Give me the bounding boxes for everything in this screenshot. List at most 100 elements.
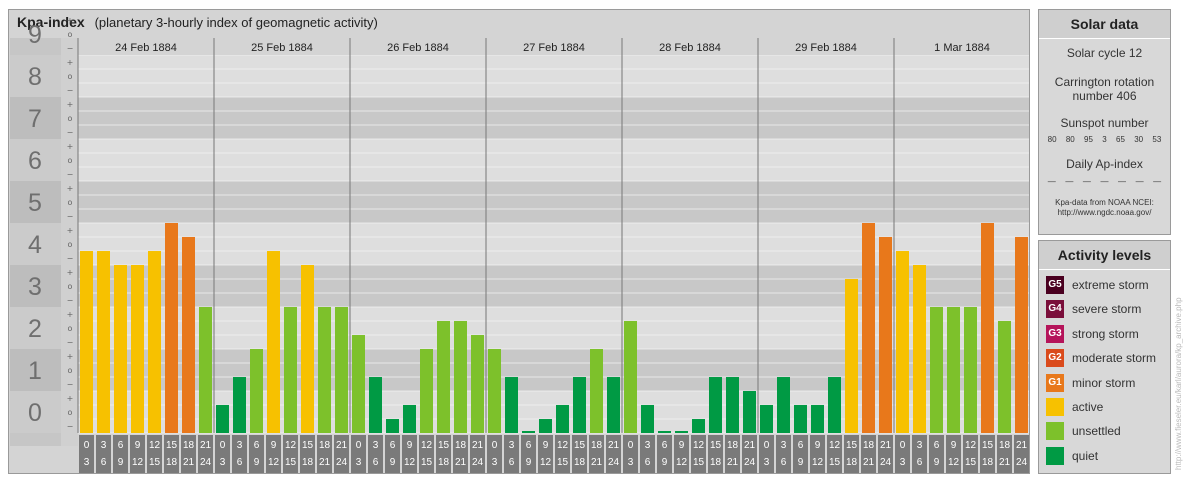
sub-tick-marker: + [67, 184, 74, 193]
y-tick-label: 0 [28, 399, 42, 427]
kp-bar [148, 251, 161, 433]
sunspot-values: 80 80 95 3 65 30 53 [1039, 135, 1170, 144]
kp-bar [794, 404, 807, 433]
sub-tick-marker: + [67, 142, 74, 151]
interval-end-label: 24 [472, 457, 484, 468]
sub-tick-marker: o [68, 114, 73, 123]
interval-start-label: 18 [319, 440, 331, 451]
interval-start-label: 15 [302, 440, 314, 451]
interval-start-label: 6 [254, 440, 260, 451]
interval-start-label: 15 [438, 440, 450, 451]
legend-swatch: G3 [1046, 325, 1064, 343]
date-label: 24 Feb 1884 [115, 42, 177, 54]
legend-label: active [1072, 400, 1104, 414]
kp-bar [437, 320, 450, 433]
data-source-line-2: http://www.ngdc.noaa.gov/ [1057, 208, 1152, 217]
interval-start-label: 21 [472, 440, 484, 451]
interval-start-label: 18 [183, 440, 195, 451]
sunspot-value: 65 [1116, 135, 1125, 144]
legend-item-moderate-storm: G2 moderate storm [1046, 348, 1156, 368]
interval-end-label: 15 [557, 457, 569, 468]
kp-bar [624, 320, 637, 433]
sub-tick-marker: − [67, 254, 74, 263]
kp-bar [828, 377, 841, 433]
kp-bar [947, 307, 960, 433]
date-label: 25 Feb 1884 [251, 42, 313, 54]
kp-bar [539, 419, 552, 433]
kp-bar [913, 265, 926, 433]
band-kp-8 [78, 55, 1029, 97]
activity-levels-panel: Activity levels G5 extreme storm G4 seve… [1038, 240, 1171, 474]
interval-end-label: 3 [764, 457, 770, 468]
legend-swatch [1046, 422, 1064, 440]
legend-item-active: active [1046, 397, 1103, 417]
kp-bar [80, 251, 93, 433]
kp-bar [454, 320, 467, 433]
legend-item-unsettled: unsettled [1046, 421, 1121, 441]
sunspot-value: 80 [1047, 135, 1057, 144]
ap-value: — [1118, 177, 1127, 186]
sunspot-label: Sunspot number [1060, 116, 1149, 130]
kp-bar [862, 223, 875, 433]
kp-bar [471, 335, 484, 433]
data-source-line-1: Kpa-data from NOAA NCEI: [1055, 198, 1154, 207]
interval-end-label: 21 [863, 457, 875, 468]
carrington-line-1: Carrington rotation [1054, 75, 1155, 89]
interval-end-label: 9 [254, 457, 260, 468]
legend-swatch: G5 [1046, 276, 1064, 294]
legend-item-severe-storm: G4 severe storm [1046, 299, 1141, 319]
kp-bar [403, 404, 416, 433]
band-kp-6 [78, 139, 1029, 181]
solar-cycle: Solar cycle 12 [1066, 46, 1143, 60]
interval-end-label: 21 [319, 457, 331, 468]
credit-url: http://www.fieseler.eu/karl/aurora/kp_ar… [1174, 297, 1183, 470]
kp-bar [675, 431, 688, 433]
kp-bar [199, 307, 212, 433]
interval-start-label: 12 [829, 440, 841, 451]
kp-bar [692, 419, 705, 433]
kp-chart-panel: Kpa-index (planetary 3-hourly index of g… [8, 9, 1030, 474]
sub-tick-marker: − [67, 44, 74, 53]
interval-end-label: 12 [948, 457, 960, 468]
interval-start-label: 0 [900, 440, 906, 451]
interval-end-label: 3 [84, 457, 90, 468]
interval-start-label: 15 [574, 440, 586, 451]
legend-item-strong-storm: G3 strong storm [1046, 324, 1139, 344]
legend-swatch [1046, 398, 1064, 416]
kp-bar [964, 307, 977, 433]
interval-end-label: 24 [744, 457, 756, 468]
kp-bar [896, 251, 909, 433]
sub-tick-marker: − [67, 170, 74, 179]
sub-tick-marker: − [67, 338, 74, 347]
band-kp-7 [78, 97, 1029, 139]
interval-start-label: 9 [135, 440, 141, 451]
interval-end-label: 18 [982, 457, 994, 468]
interval-start-label: 18 [863, 440, 875, 451]
sub-tick-marker: + [67, 310, 74, 319]
interval-start-label: 6 [662, 440, 668, 451]
legend-label: quiet [1072, 449, 1099, 463]
interval-start-label: 9 [543, 440, 549, 451]
ap-value: — [1135, 177, 1144, 186]
interval-start-label: 9 [679, 440, 685, 451]
sub-tick-marker: o [68, 282, 73, 291]
interval-end-label: 18 [846, 457, 858, 468]
y-tick-label: 5 [28, 189, 42, 217]
interval-start-label: 3 [917, 440, 923, 451]
sub-tick-marker: o [68, 240, 73, 249]
interval-start-label: 15 [846, 440, 858, 451]
interval-start-label: 21 [880, 440, 892, 451]
kp-bar [641, 404, 654, 433]
solar-data-heading: Solar data [1039, 10, 1170, 39]
kp-bar [369, 377, 382, 433]
kp-bar [522, 431, 535, 433]
interval-end-label: 3 [356, 457, 362, 468]
sub-tick-marker: + [67, 16, 74, 25]
interval-end-label: 24 [608, 457, 620, 468]
legend-label: unsettled [1072, 424, 1121, 438]
kp-bar [335, 307, 348, 433]
kp-bar [777, 377, 790, 433]
interval-end-label: 3 [628, 457, 634, 468]
kp-bar [573, 377, 586, 433]
kp-bar [658, 431, 671, 433]
